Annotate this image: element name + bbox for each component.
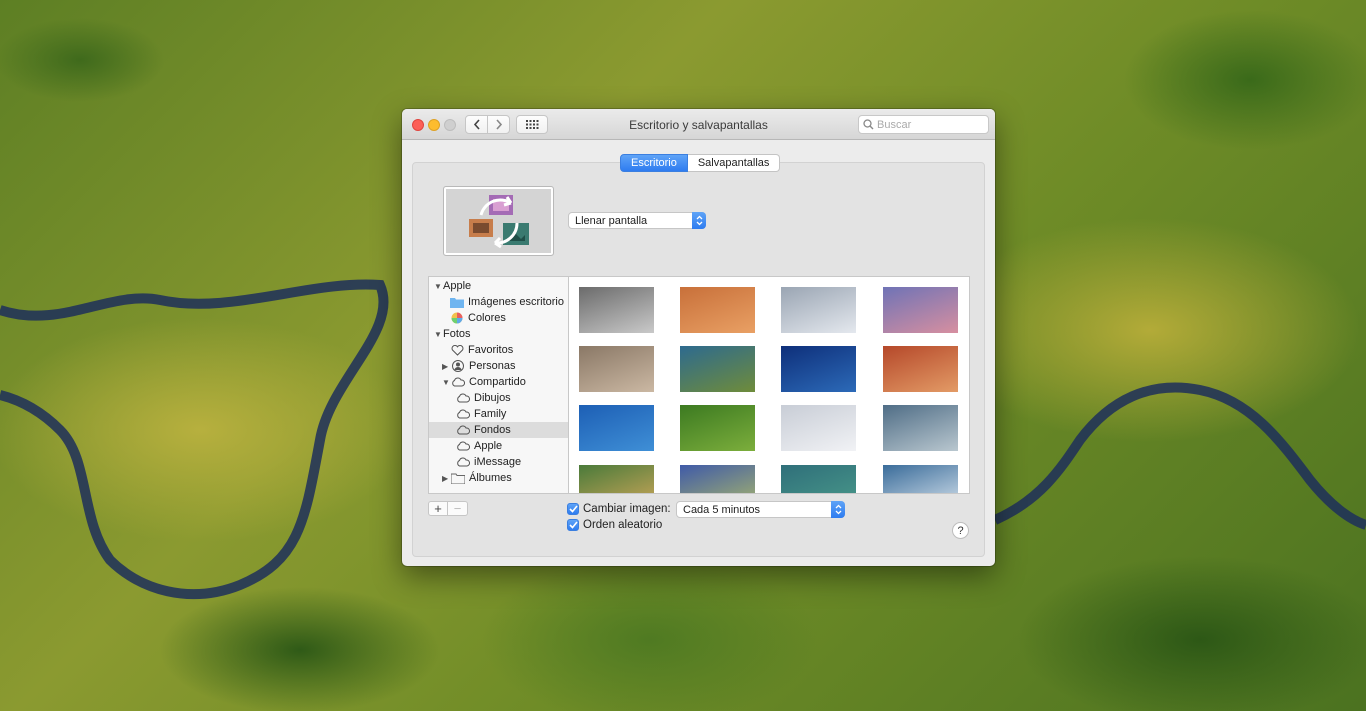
tab-bar: Escritorio Salvapantallas [620,154,781,172]
wallpaper-thumbnail[interactable] [680,465,755,493]
sidebar-item-label: Compartido [469,376,526,388]
add-folder-button[interactable]: + [428,501,448,516]
cloud-icon [456,456,470,468]
sidebar-item-label: Family [474,408,507,420]
wallpaper-thumbnail[interactable] [883,346,958,392]
cloud-icon [456,408,470,420]
fill-mode-value: Llenar pantalla [575,214,648,227]
wallpaper-thumbnail[interactable] [781,287,856,333]
wallpaper-thumbnail[interactable] [883,465,958,493]
wallpaper-thumbnail[interactable] [781,465,856,493]
change-picture-label: Cambiar imagen: [583,503,671,515]
checkmark-icon [568,505,578,513]
person-icon [451,360,465,372]
add-remove-buttons: + − [428,501,468,516]
folder-icon [450,296,464,308]
random-order-checkbox[interactable] [567,519,579,531]
sidebar-item-personas[interactable]: ▶ Personas [442,358,568,374]
wallpaper-thumbnail[interactable] [680,287,755,333]
sidebar-item-label: Personas [469,360,516,372]
source-list: ▼ Apple Imágenes escritorio Colores ▼ Fo… [428,276,568,494]
search-field[interactable] [858,115,989,134]
wallpaper-thumbnail[interactable] [579,405,654,451]
sidebar-item-label: Álbumes [469,472,512,484]
sidebar-item-dibujos[interactable]: Dibujos [456,390,568,406]
wallpaper-thumbnail[interactable] [579,465,654,493]
wallpaper-thumbnail[interactable] [579,346,654,392]
sidebar-item-favoritos[interactable]: Favoritos [450,342,568,358]
sidebar-item-label: Colores [468,312,506,324]
cloud-icon [456,392,470,404]
popup-arrows-icon [831,501,845,518]
sidebar-item-label: iMessage [474,456,522,468]
sidebar-item-label: Imágenes escritorio [468,296,564,308]
rotating-photos-icon [468,195,529,249]
sidebar-item-fondos[interactable]: Fondos [429,422,568,438]
current-wallpaper-preview [443,186,554,256]
random-order-label: Orden aleatorio [583,519,663,531]
sidebar-item-imessage[interactable]: iMessage [456,454,568,470]
sidebar-item-label: Apple [474,440,503,452]
disclosure-closed-icon: ▶ [442,473,449,483]
sidebar-item-fotos-header[interactable]: ▼ Fotos [434,326,568,342]
disclosure-open-icon: ▼ [434,281,442,291]
tab-escritorio[interactable]: Escritorio [620,154,688,172]
wallpaper-thumbnail[interactable] [781,405,856,451]
help-button[interactable]: ? [952,522,969,539]
interval-select[interactable]: Cada 5 minutos [676,501,845,518]
folder-icon [451,472,465,484]
wallpaper-thumbnail[interactable] [680,405,755,451]
sidebar-item-albumes[interactable]: ▶ Álbumes [442,470,568,486]
random-order-row: Orden aleatorio [567,519,662,531]
tab-salvapantallas[interactable]: Salvapantallas [687,154,781,172]
sidebar-item-label: Favoritos [468,344,514,356]
sidebar-item-colores[interactable]: Colores [450,310,568,326]
sidebar-item-apple-shared[interactable]: Apple [456,438,568,454]
disclosure-closed-icon: ▶ [442,361,449,371]
checkmark-icon [568,521,578,529]
cloud-icon [456,424,470,436]
change-picture-row: Cambiar imagen: [567,503,671,515]
wallpaper-grid [568,276,970,494]
sidebar-item-compartido[interactable]: ▼ Compartido [442,374,568,390]
cloud-icon [456,440,470,452]
change-picture-checkbox[interactable] [567,503,579,515]
sidebar-item-apple-header[interactable]: ▼ Apple [434,278,568,294]
cloud-icon [451,376,465,388]
search-input[interactable] [877,118,977,131]
wallpaper-thumbnail[interactable] [883,405,958,451]
wallpaper-thumbnail[interactable] [680,346,755,392]
search-icon [863,119,874,130]
sidebar-item-label: Apple [443,280,472,292]
disclosure-open-icon: ▼ [434,329,442,339]
sidebar-item-family[interactable]: Family [456,406,568,422]
interval-value: Cada 5 minutos [683,503,761,516]
sidebar-item-label: Fotos [443,328,471,340]
popup-arrows-icon [692,212,706,229]
title-bar: Escritorio y salvapantallas [402,109,995,140]
preferences-window: Escritorio y salvapantallas Escritorio S… [402,109,995,566]
wallpaper-thumbnail[interactable] [579,287,654,333]
color-wheel-icon [450,312,464,324]
wallpaper-thumbnail[interactable] [781,346,856,392]
remove-folder-button[interactable]: − [448,501,468,516]
disclosure-open-icon: ▼ [442,377,450,387]
sidebar-item-label: Dibujos [474,392,511,404]
wallpaper-thumbnail[interactable] [883,287,958,333]
heart-icon [450,344,464,356]
sidebar-item-imagenes-escritorio[interactable]: Imágenes escritorio [450,294,568,310]
fill-mode-select[interactable]: Llenar pantalla [568,212,706,229]
sidebar-item-label: Fondos [474,424,511,436]
